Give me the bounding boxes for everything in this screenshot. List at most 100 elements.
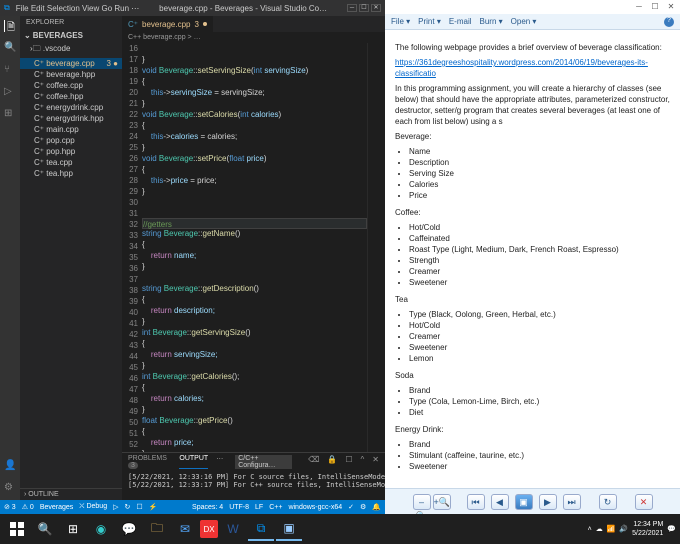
mail-icon[interactable]: ✉ bbox=[172, 517, 198, 541]
close-button[interactable]: ✕ bbox=[371, 4, 381, 12]
status-item[interactable]: windows-gcc-x64 bbox=[288, 504, 342, 511]
search-icon[interactable]: 🔍 bbox=[4, 42, 16, 54]
status-item[interactable]: ⊘ 3 bbox=[4, 503, 16, 511]
task-view-button[interactable]: ⊞ bbox=[60, 517, 86, 541]
output-channel-select[interactable]: C/C++ Configura… bbox=[235, 455, 292, 469]
status-item[interactable]: LF bbox=[255, 504, 263, 511]
volume-icon[interactable]: 🔊 bbox=[619, 525, 628, 533]
debug-icon[interactable]: ▷ bbox=[4, 86, 16, 98]
menu-view[interactable]: View bbox=[82, 4, 99, 13]
toolbar-file[interactable]: File ▾ bbox=[391, 17, 410, 26]
menu-more[interactable]: ⋯ bbox=[131, 4, 139, 13]
prev-page-button[interactable]: ◀ bbox=[491, 494, 509, 510]
status-item[interactable]: ↻ bbox=[124, 503, 130, 511]
zoom-out-button[interactable]: –🔍 bbox=[413, 494, 431, 510]
last-page-button[interactable]: ⏭ bbox=[563, 494, 581, 510]
app-icon[interactable]: DX bbox=[200, 520, 218, 538]
wifi-icon[interactable]: 📶 bbox=[607, 525, 616, 533]
explorer-icon[interactable]: 🗀 bbox=[144, 517, 170, 541]
maximize-panel-icon[interactable]: ^ bbox=[361, 455, 365, 469]
classification-link[interactable]: https://361degreeshospitality.wordpress.… bbox=[395, 58, 648, 78]
gallery-taskbar-icon[interactable]: ▣ bbox=[276, 517, 302, 541]
maximize-button[interactable]: ☐ bbox=[359, 4, 369, 12]
file-beverage-hpp[interactable]: C⁺ beverage.hpp bbox=[20, 69, 122, 80]
edge-icon[interactable]: ◉ bbox=[88, 517, 114, 541]
status-item[interactable]: 🔔 bbox=[372, 503, 381, 511]
status-item[interactable]: Beverages bbox=[40, 504, 73, 511]
slideshow-button[interactable]: ▣ bbox=[515, 494, 533, 510]
notifications-icon[interactable]: 💬 bbox=[667, 525, 676, 533]
outline-header[interactable]: › OUTLINE bbox=[20, 488, 122, 500]
help-icon[interactable]: ? bbox=[664, 17, 674, 27]
status-item[interactable]: ⚙ bbox=[360, 503, 366, 511]
clock[interactable]: 12:34 PM 5/22/2021 bbox=[632, 520, 663, 538]
status-item[interactable]: C++ bbox=[269, 504, 282, 511]
file-tea-hpp[interactable]: C⁺ tea.hpp bbox=[20, 168, 122, 179]
toolbar-burn[interactable]: Burn ▾ bbox=[480, 17, 503, 26]
chat-icon[interactable]: 💬 bbox=[116, 517, 142, 541]
status-item[interactable]: ✓ bbox=[348, 503, 354, 511]
file-tea-cpp[interactable]: C⁺ tea.cpp bbox=[20, 157, 122, 168]
file-pop-hpp[interactable]: C⁺ pop.hpp bbox=[20, 146, 122, 157]
system-tray[interactable]: ˄ ☁ 📶 🔊 12:34 PM 5/22/2021 💬 bbox=[588, 520, 676, 538]
file-main-cpp[interactable]: C⁺ main.cpp bbox=[20, 124, 122, 135]
toolbar-print[interactable]: Print ▾ bbox=[418, 17, 441, 26]
next-page-button[interactable]: ▶ bbox=[539, 494, 557, 510]
close-button[interactable]: ✕ bbox=[664, 2, 678, 12]
file-pop-cpp[interactable]: C⁺ pop.cpp bbox=[20, 135, 122, 146]
rotate-button[interactable]: ↻ bbox=[599, 494, 617, 510]
menu-run[interactable]: Run bbox=[114, 4, 129, 13]
close-panel-icon[interactable]: ✕ bbox=[372, 455, 379, 469]
status-item[interactable]: UTF-8 bbox=[229, 504, 249, 511]
menu-go[interactable]: Go bbox=[101, 4, 112, 13]
status-item[interactable]: ▷ bbox=[113, 503, 118, 511]
file--vscode[interactable]: ›🗀 .vscode bbox=[20, 42, 122, 58]
menu-file[interactable]: File bbox=[16, 4, 29, 13]
search-button[interactable]: 🔍 bbox=[32, 517, 58, 541]
file-energydrink-cpp[interactable]: C⁺ energydrink.cpp bbox=[20, 102, 122, 113]
minimize-button[interactable]: ─ bbox=[632, 2, 646, 12]
file-energydrink-hpp[interactable]: C⁺ energydrink.hpp bbox=[20, 113, 122, 124]
toolbar-open[interactable]: Open ▾ bbox=[511, 17, 537, 26]
explorer-icon[interactable]: 🗎 bbox=[4, 20, 16, 32]
word-icon[interactable]: W bbox=[220, 517, 246, 541]
onedrive-icon[interactable]: ☁ bbox=[596, 525, 603, 533]
code-lines[interactable]: }void Beverage::setServingSize(int servi… bbox=[142, 43, 367, 452]
status-item[interactable]: Spaces: 4 bbox=[192, 504, 223, 511]
status-item[interactable]: ⚡ bbox=[149, 503, 158, 511]
clear-output-icon[interactable]: ⌫ bbox=[308, 455, 319, 469]
extensions-icon[interactable]: ⊞ bbox=[4, 108, 16, 120]
account-icon[interactable]: 👤 bbox=[4, 460, 16, 472]
minimize-button[interactable]: ─ bbox=[347, 4, 357, 12]
tab-more[interactable]: ⋯ bbox=[216, 455, 223, 469]
menu-edit[interactable]: Edit bbox=[31, 4, 45, 13]
delete-button[interactable]: ✕ bbox=[635, 494, 653, 510]
file-coffee-cpp[interactable]: C⁺ coffee.cpp bbox=[20, 80, 122, 91]
lock-scroll-icon[interactable]: 🔒 bbox=[327, 455, 337, 469]
status-item[interactable]: ⛌ Debug bbox=[79, 503, 107, 511]
code-editor[interactable]: 1617181920212223242526272829303132333435… bbox=[122, 43, 385, 452]
first-page-button[interactable]: ⏮ bbox=[467, 494, 485, 510]
tab-beverage[interactable]: C⁺ beverage.cpp 3 bbox=[122, 16, 214, 32]
minimap[interactable] bbox=[367, 43, 385, 452]
tab-output[interactable]: OUTPUT bbox=[179, 455, 208, 469]
output-content[interactable]: [5/22/2021, 12:33:16 PM] For C source fi… bbox=[122, 471, 385, 491]
file-beverage-cpp[interactable]: C⁺ beverage.cpp3 ● bbox=[20, 58, 122, 69]
chevron-up-icon[interactable]: ˄ bbox=[588, 526, 592, 533]
status-item[interactable]: ⚠ 0 bbox=[22, 503, 34, 511]
status-item[interactable]: ☐ bbox=[136, 503, 142, 511]
settings-icon[interactable]: ⚙ bbox=[4, 482, 16, 494]
open-log-icon[interactable]: ☐ bbox=[345, 455, 352, 469]
document-page[interactable]: The following webpage provides a brief o… bbox=[385, 30, 680, 488]
start-button[interactable] bbox=[4, 517, 30, 541]
file-coffee-hpp[interactable]: C⁺ coffee.hpp bbox=[20, 91, 122, 102]
zoom-in-button[interactable]: +🔍 bbox=[433, 494, 451, 510]
breadcrumb[interactable]: C++ beverage.cpp > … bbox=[122, 32, 385, 43]
menu-selection[interactable]: Selection bbox=[47, 4, 80, 13]
source-control-icon[interactable]: ⑂ bbox=[4, 64, 16, 76]
tab-problems[interactable]: PROBLEMS 3 bbox=[128, 455, 171, 469]
maximize-button[interactable]: ☐ bbox=[648, 2, 662, 12]
toolbar-e-mail[interactable]: E-mail bbox=[449, 17, 472, 26]
vscode-taskbar-icon[interactable]: ⧉ bbox=[248, 517, 274, 541]
folder-header[interactable]: ⌄BEVERAGES bbox=[20, 29, 122, 42]
